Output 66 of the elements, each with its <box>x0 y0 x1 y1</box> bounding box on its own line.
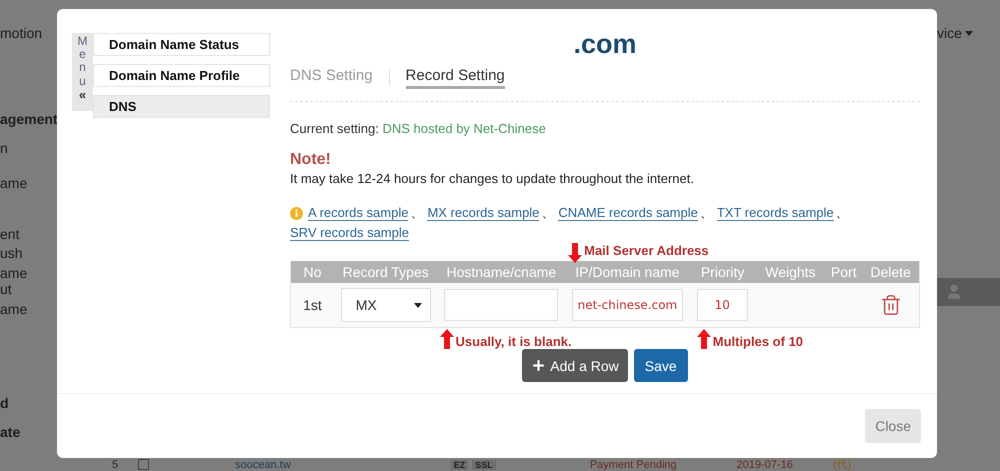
tab[interactable]: Record Setting <box>406 67 505 89</box>
column-header: Record Types <box>342 264 430 280</box>
caret-icon <box>964 30 973 36</box>
sidebar-item[interactable]: ent <box>0 226 20 242</box>
priority-input[interactable]: 10 <box>696 289 748 321</box>
plus-icon <box>531 358 546 373</box>
annotation-text: Multiples of 10 <box>712 334 804 349</box>
sidebar-item[interactable]: n <box>0 140 8 156</box>
column-header: Delete <box>869 264 912 280</box>
sidebar-item[interactable]: ame <box>0 175 28 191</box>
column-header: Weights <box>764 264 817 280</box>
annotation-text: Mail Server Address <box>584 243 709 258</box>
domain-title: .com <box>573 29 637 59</box>
column-header: IP/Domain name <box>574 264 681 280</box>
menu-item[interactable]: Domain Name Status <box>93 33 270 56</box>
add-row-button[interactable]: Add a Row <box>522 349 628 382</box>
nav-menu-item[interactable]: vice <box>937 25 973 41</box>
current-setting-text: Current setting: DNS hosted by Net-Chinese <box>290 121 547 136</box>
sidebar-item[interactable]: ush <box>0 245 23 261</box>
table-cell: 5 <box>112 458 118 470</box>
column-header: Hostname/cname <box>445 264 558 280</box>
column-header: Priority <box>700 264 746 280</box>
sidebar-item[interactable]: ut <box>0 281 12 297</box>
separator-mark: 、 <box>836 204 849 222</box>
note-text: It may take 12-24 hours for changes to update throughout the internet. <box>290 171 695 186</box>
nav-menu-item[interactable]: motion <box>0 25 42 41</box>
annotation-text: Usually, it is blank. <box>456 334 572 349</box>
checkbox[interactable] <box>138 459 150 470</box>
sample-link[interactable]: A records sample <box>308 205 408 221</box>
arrow-icon <box>568 243 582 263</box>
column-header: No <box>302 264 322 280</box>
separator-mark: 、 <box>541 204 554 222</box>
column-header: Port <box>830 264 858 280</box>
tag: EZ <box>450 460 468 470</box>
section-heading: d <box>0 395 9 411</box>
domain-link[interactable]: soocean.tw <box>235 458 291 470</box>
separator-mark: 、 <box>700 204 713 222</box>
menu-item[interactable]: DNS <box>93 95 270 118</box>
save-button[interactable]: Save <box>634 349 688 382</box>
mark-text: (代) <box>832 458 852 471</box>
sample-link[interactable]: MX records sample <box>427 205 540 221</box>
date-text: 2019-07-16 <box>736 458 793 470</box>
record-type-select[interactable]: MX <box>340 288 431 322</box>
hostname-input[interactable] <box>444 289 558 321</box>
section-heading: ate <box>0 424 20 440</box>
sidebar-item[interactable]: ame <box>0 301 28 317</box>
sample-link[interactable]: SRV records sample <box>290 225 409 241</box>
arrow-icon <box>440 329 454 349</box>
tag: SSL <box>472 460 496 470</box>
status-text: Payment Pending <box>590 458 677 470</box>
note-title: Note! <box>290 151 332 169</box>
row-number: 1st <box>303 297 322 313</box>
section-heading: agement <box>0 111 57 127</box>
sidebar-item[interactable]: ame <box>0 265 28 281</box>
separator-mark: 、 <box>410 204 424 222</box>
menu-item[interactable]: Domain Name Profile <box>93 64 270 87</box>
arrow-icon <box>696 329 711 349</box>
info-icon <box>290 206 303 220</box>
caret-icon <box>414 302 422 308</box>
user-icon <box>945 283 963 301</box>
delete-icon[interactable] <box>880 294 902 316</box>
close-button[interactable]: Close <box>865 409 921 443</box>
sample-link[interactable]: CNAME records sample <box>558 205 698 221</box>
sample-link[interactable]: TXT records sample <box>716 205 834 221</box>
ip-input[interactable]: net-chinese.com <box>572 289 683 321</box>
menu-toggle[interactable]: Menu « <box>72 33 93 111</box>
